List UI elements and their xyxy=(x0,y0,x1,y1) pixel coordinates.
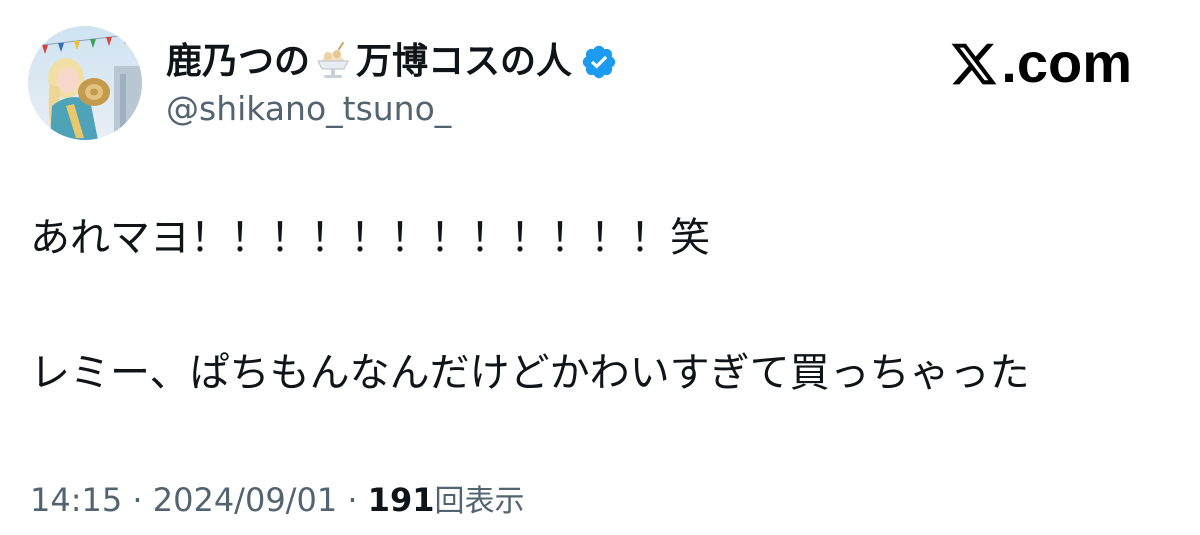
x-logo-icon xyxy=(949,37,999,87)
tweet-meta: 14:15 · 2024/09/01 · 191回表示 xyxy=(30,476,524,526)
views-count: 191 xyxy=(367,481,435,519)
display-name-part1: 鹿乃つの xyxy=(166,41,311,82)
tweet-text-line1: あれマヨ！！！！！！！！！！！！笑 xyxy=(30,215,710,261)
display-name-part2: 万博コスの人 xyxy=(356,41,573,82)
avatar[interactable] xyxy=(28,26,142,140)
tweet-time[interactable]: 14:15 xyxy=(30,481,122,519)
tweet-card: 鹿乃つの 万博コスの人 @shikano_tsuno_ .com あれマヨ！！！… xyxy=(0,0,1200,535)
views-label: 回表示 xyxy=(434,484,525,519)
x-brand: .com xyxy=(949,30,1132,94)
meta-separator-1: · xyxy=(132,481,153,519)
meta-separator-2: · xyxy=(347,481,368,519)
user-handle[interactable]: @shikano_tsuno_ xyxy=(166,86,451,132)
verified-badge-icon xyxy=(580,43,618,81)
tweet-date[interactable]: 2024/09/01 xyxy=(153,481,337,519)
brand-suffix: .com xyxy=(1001,30,1132,94)
tweet-text-line2: レミー、ぱちもんなんだけどかわいすぎて買っちゃった xyxy=(30,350,1030,396)
display-name[interactable]: 鹿乃つの 万博コスの人 xyxy=(166,36,618,88)
shaved-ice-icon xyxy=(312,41,354,83)
